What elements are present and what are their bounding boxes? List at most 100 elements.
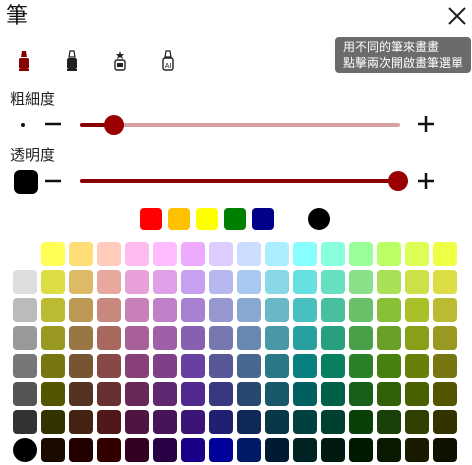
palette-swatch[interactable]: [237, 326, 261, 350]
palette-swatch[interactable]: [41, 354, 65, 378]
palette-swatch[interactable]: [293, 438, 317, 462]
palette-swatch[interactable]: [321, 354, 345, 378]
opacity-increase-button[interactable]: [416, 171, 436, 191]
palette-swatch[interactable]: [209, 326, 233, 350]
opacity-slider[interactable]: [80, 170, 408, 192]
palette-swatch[interactable]: [349, 242, 373, 266]
palette-swatch[interactable]: [377, 298, 401, 322]
palette-swatch[interactable]: [13, 382, 37, 406]
palette-swatch[interactable]: [237, 270, 261, 294]
palette-swatch[interactable]: [13, 410, 37, 434]
preset-color-swatch[interactable]: [140, 208, 162, 230]
palette-swatch[interactable]: [41, 242, 65, 266]
palette-swatch[interactable]: [377, 438, 401, 462]
palette-swatch[interactable]: [405, 270, 429, 294]
palette-swatch[interactable]: [237, 410, 261, 434]
palette-swatch[interactable]: [181, 382, 205, 406]
palette-swatch[interactable]: [69, 270, 93, 294]
palette-swatch[interactable]: [293, 270, 317, 294]
palette-swatch[interactable]: [293, 410, 317, 434]
palette-swatch[interactable]: [293, 382, 317, 406]
palette-swatch[interactable]: [405, 382, 429, 406]
palette-swatch[interactable]: [321, 438, 345, 462]
palette-swatch[interactable]: [293, 326, 317, 350]
palette-swatch[interactable]: [41, 298, 65, 322]
palette-swatch[interactable]: [41, 382, 65, 406]
palette-swatch[interactable]: [13, 326, 37, 350]
palette-swatch[interactable]: [349, 382, 373, 406]
palette-swatch[interactable]: [153, 298, 177, 322]
palette-swatch[interactable]: [433, 354, 457, 378]
opacity-knob[interactable]: [388, 171, 408, 191]
palette-swatch[interactable]: [377, 354, 401, 378]
palette-swatch-selected[interactable]: [13, 438, 37, 462]
palette-swatch[interactable]: [405, 326, 429, 350]
palette-swatch[interactable]: [265, 270, 289, 294]
palette-swatch[interactable]: [265, 438, 289, 462]
palette-swatch[interactable]: [405, 438, 429, 462]
palette-swatch[interactable]: [181, 354, 205, 378]
palette-swatch[interactable]: [181, 298, 205, 322]
palette-swatch[interactable]: [293, 298, 317, 322]
palette-swatch[interactable]: [293, 242, 317, 266]
palette-swatch[interactable]: [433, 270, 457, 294]
palette-swatch[interactable]: [69, 326, 93, 350]
palette-swatch[interactable]: [69, 438, 93, 462]
palette-swatch[interactable]: [97, 438, 121, 462]
palette-swatch[interactable]: [377, 382, 401, 406]
thickness-increase-button[interactable]: [416, 114, 436, 134]
palette-swatch[interactable]: [181, 242, 205, 266]
palette-swatch[interactable]: [433, 298, 457, 322]
palette-swatch[interactable]: [433, 382, 457, 406]
palette-swatch[interactable]: [321, 270, 345, 294]
preset-color-swatch[interactable]: [224, 208, 246, 230]
palette-swatch[interactable]: [321, 242, 345, 266]
palette-swatch[interactable]: [153, 382, 177, 406]
palette-swatch[interactable]: [181, 438, 205, 462]
palette-swatch[interactable]: [433, 438, 457, 462]
palette-swatch[interactable]: [321, 410, 345, 434]
palette-swatch[interactable]: [321, 326, 345, 350]
palette-swatch[interactable]: [433, 326, 457, 350]
palette-swatch[interactable]: [293, 354, 317, 378]
palette-swatch[interactable]: [377, 242, 401, 266]
palette-swatch[interactable]: [125, 382, 149, 406]
palette-swatch[interactable]: [153, 354, 177, 378]
palette-swatch[interactable]: [41, 270, 65, 294]
palette-swatch[interactable]: [153, 242, 177, 266]
palette-swatch[interactable]: [265, 354, 289, 378]
palette-swatch[interactable]: [265, 242, 289, 266]
pen-tool[interactable]: [16, 50, 32, 72]
ai-pen-tool[interactable]: AI: [160, 50, 176, 72]
palette-swatch[interactable]: [349, 438, 373, 462]
palette-swatch[interactable]: [125, 410, 149, 434]
palette-swatch[interactable]: [265, 326, 289, 350]
palette-swatch[interactable]: [181, 410, 205, 434]
palette-swatch[interactable]: [237, 438, 261, 462]
palette-swatch[interactable]: [377, 410, 401, 434]
palette-swatch[interactable]: [265, 298, 289, 322]
palette-swatch[interactable]: [125, 354, 149, 378]
palette-swatch[interactable]: [265, 382, 289, 406]
palette-swatch[interactable]: [97, 270, 121, 294]
palette-swatch[interactable]: [13, 354, 37, 378]
palette-swatch[interactable]: [125, 326, 149, 350]
highlighter-tool[interactable]: [112, 50, 128, 72]
palette-swatch[interactable]: [433, 242, 457, 266]
palette-swatch[interactable]: [405, 298, 429, 322]
palette-swatch[interactable]: [69, 410, 93, 434]
palette-swatch[interactable]: [97, 410, 121, 434]
palette-swatch[interactable]: [97, 242, 121, 266]
palette-swatch[interactable]: [69, 354, 93, 378]
palette-swatch[interactable]: [13, 270, 37, 294]
palette-swatch[interactable]: [209, 382, 233, 406]
palette-swatch[interactable]: [13, 298, 37, 322]
palette-swatch[interactable]: [69, 298, 93, 322]
palette-swatch[interactable]: [97, 298, 121, 322]
palette-swatch[interactable]: [349, 410, 373, 434]
palette-swatch[interactable]: [377, 326, 401, 350]
preset-color-swatch[interactable]: [280, 208, 302, 230]
palette-swatch[interactable]: [209, 410, 233, 434]
palette-swatch[interactable]: [377, 270, 401, 294]
palette-swatch[interactable]: [321, 382, 345, 406]
